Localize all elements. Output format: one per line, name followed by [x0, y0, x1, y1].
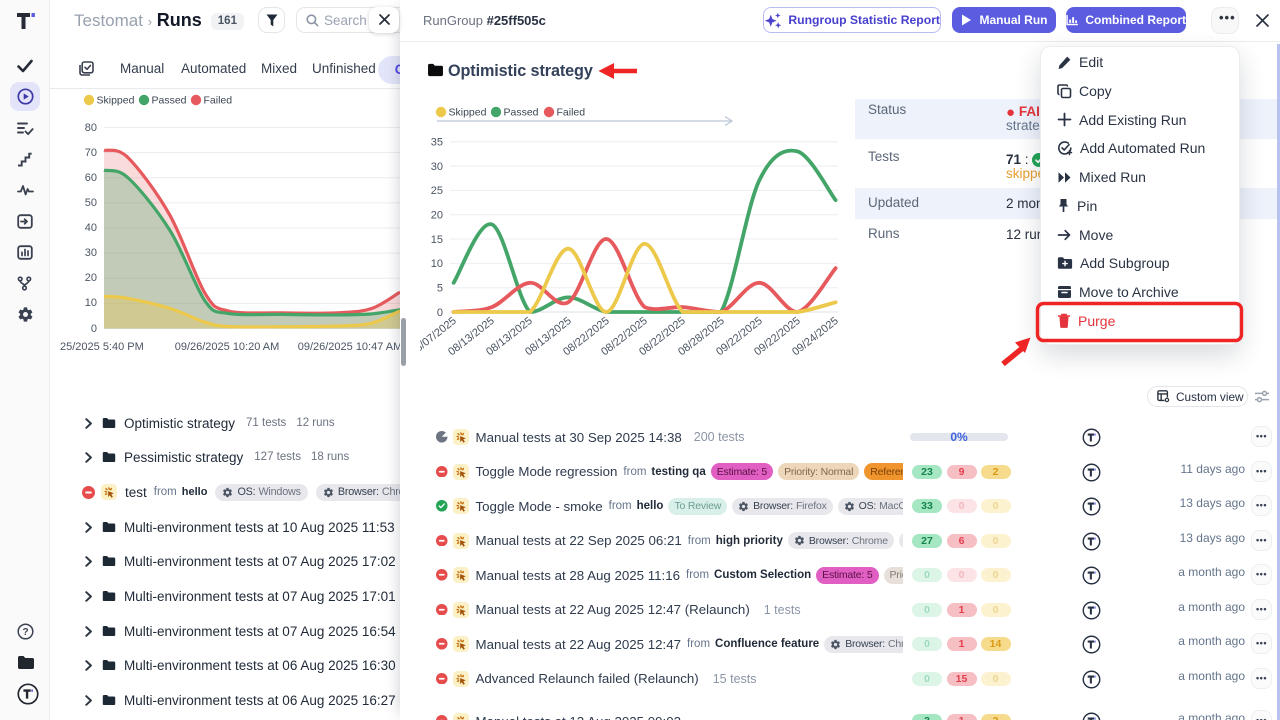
- svg-text:Failed: Failed: [557, 107, 586, 119]
- svg-text:09/26/2025 10:47 AM: 09/26/2025 10:47 AM: [298, 341, 403, 353]
- svg-text:70: 70: [85, 147, 97, 159]
- svg-text:30: 30: [431, 161, 443, 173]
- svg-text:50: 50: [85, 197, 97, 209]
- svg-text:09/26/2025 10:20 AM: 09/26/2025 10:20 AM: [175, 341, 280, 353]
- svg-text:0: 0: [91, 323, 97, 335]
- svg-text:Skipped: Skipped: [449, 107, 487, 119]
- svg-text:25: 25: [431, 185, 443, 197]
- svg-text:15: 15: [431, 234, 443, 246]
- svg-text:Failed: Failed: [204, 95, 233, 107]
- svg-text:60: 60: [85, 172, 97, 184]
- svg-text:Passed: Passed: [152, 95, 187, 107]
- svg-text:80: 80: [85, 122, 97, 134]
- svg-text:0: 0: [437, 307, 443, 319]
- svg-text:35: 35: [431, 137, 443, 149]
- svg-text:20: 20: [85, 272, 97, 284]
- svg-text:25/2025 5:40 PM: 25/2025 5:40 PM: [60, 341, 144, 353]
- svg-text:5: 5: [437, 283, 443, 295]
- svg-text:20: 20: [431, 210, 443, 222]
- svg-text:Passed: Passed: [504, 107, 539, 119]
- svg-text:?: ?: [22, 627, 28, 638]
- svg-text:30: 30: [85, 247, 97, 259]
- svg-text:Skipped: Skipped: [97, 95, 135, 107]
- svg-text:10: 10: [85, 297, 97, 309]
- svg-text:10: 10: [431, 258, 443, 270]
- svg-text:40: 40: [85, 222, 97, 234]
